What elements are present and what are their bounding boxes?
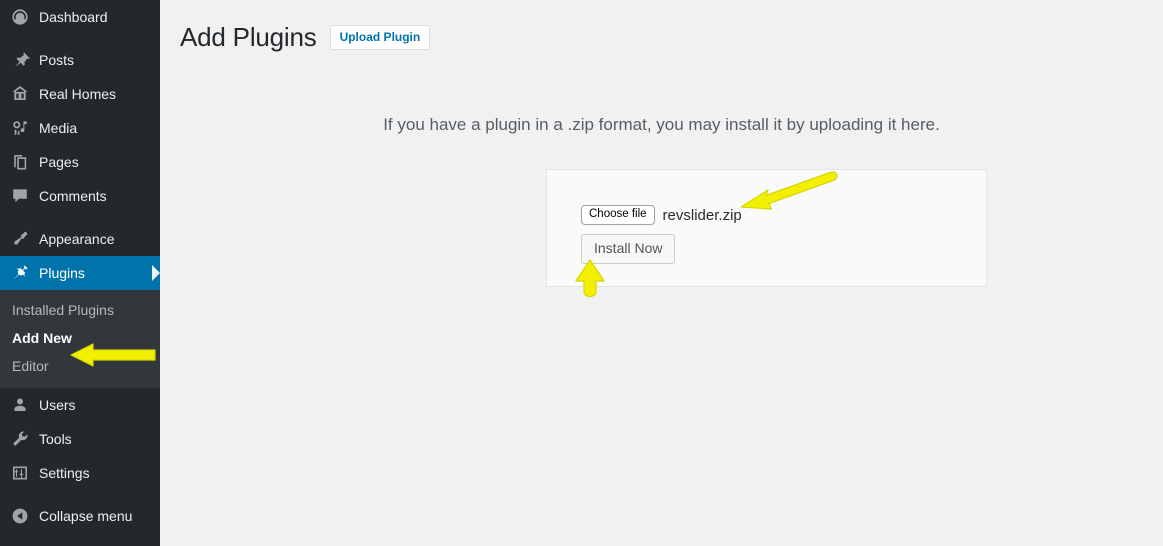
submenu-item-label: Editor <box>12 358 49 374</box>
sidebar-separator <box>0 490 160 499</box>
home-icon <box>10 84 30 104</box>
file-input-row: Choose file revslider.zip <box>581 205 986 225</box>
sidebar-item-label: Users <box>39 397 76 413</box>
sidebar-item-pages[interactable]: Pages <box>0 145 160 179</box>
sidebar-item-label: Real Homes <box>39 86 117 102</box>
plugins-submenu: Installed Plugins Add New Editor <box>0 290 160 388</box>
media-icon <box>10 118 30 138</box>
page-title: Add Plugins <box>180 22 317 52</box>
sidebar-item-comments[interactable]: Comments <box>0 179 160 213</box>
page-header: Add Plugins Upload Plugin <box>160 0 1163 53</box>
sidebar-separator <box>0 213 160 222</box>
user-icon <box>10 395 30 415</box>
submenu-item-installed-plugins[interactable]: Installed Plugins <box>0 296 160 324</box>
sidebar-item-label: Settings <box>39 465 90 481</box>
collapse-menu-label: Collapse menu <box>39 508 133 524</box>
pushpin-icon <box>10 50 30 70</box>
choose-file-button[interactable]: Choose file <box>581 205 655 225</box>
sidebar-item-settings[interactable]: Settings <box>0 456 160 490</box>
sidebar-item-label: Pages <box>39 154 79 170</box>
sidebar-item-tools[interactable]: Tools <box>0 422 160 456</box>
sliders-icon <box>10 463 30 483</box>
sidebar-item-posts[interactable]: Posts <box>0 43 160 77</box>
content-area: Add Plugins Upload Plugin If you have a … <box>160 0 1163 546</box>
submenu-item-label: Installed Plugins <box>12 302 114 318</box>
sidebar-item-label: Comments <box>39 188 107 204</box>
pages-icon <box>10 152 30 172</box>
sidebar-item-dashboard[interactable]: Dashboard <box>0 0 160 34</box>
plugin-upload-panel: Choose file revslider.zip Install Now <box>546 169 987 287</box>
admin-sidebar: Dashboard Posts Real Homes Media Pages C… <box>0 0 160 546</box>
collapse-arrow-icon <box>10 506 30 526</box>
sidebar-separator <box>0 34 160 43</box>
sidebar-item-label: Appearance <box>39 231 115 247</box>
submenu-item-label: Add New <box>12 330 72 346</box>
dashboard-icon <box>10 7 30 27</box>
collapse-menu-button[interactable]: Collapse menu <box>0 499 160 533</box>
sidebar-item-label: Plugins <box>39 265 85 281</box>
plug-icon <box>10 263 30 283</box>
submenu-item-add-new[interactable]: Add New <box>0 324 160 352</box>
submenu-item-editor[interactable]: Editor <box>0 352 160 380</box>
selected-file-name: revslider.zip <box>662 206 742 224</box>
upload-plugin-button[interactable]: Upload Plugin <box>329 25 431 51</box>
sidebar-item-label: Tools <box>39 431 72 447</box>
sidebar-item-label: Media <box>39 120 78 136</box>
paintbrush-icon <box>10 229 30 249</box>
sidebar-item-label: Posts <box>39 52 75 68</box>
upload-instructions-text: If you have a plugin in a .zip format, y… <box>383 115 940 134</box>
plugin-upload-form: Choose file revslider.zip Install Now <box>547 170 986 264</box>
sidebar-item-real-homes[interactable]: Real Homes <box>0 77 160 111</box>
sidebar-item-label: Dashboard <box>39 9 108 25</box>
sidebar-item-media[interactable]: Media <box>0 111 160 145</box>
wrench-icon <box>10 429 30 449</box>
sidebar-item-appearance[interactable]: Appearance <box>0 222 160 256</box>
install-now-button[interactable]: Install Now <box>581 234 676 264</box>
comment-icon <box>10 186 30 206</box>
sidebar-item-plugins[interactable]: Plugins <box>0 256 160 290</box>
sidebar-item-users[interactable]: Users <box>0 388 160 422</box>
